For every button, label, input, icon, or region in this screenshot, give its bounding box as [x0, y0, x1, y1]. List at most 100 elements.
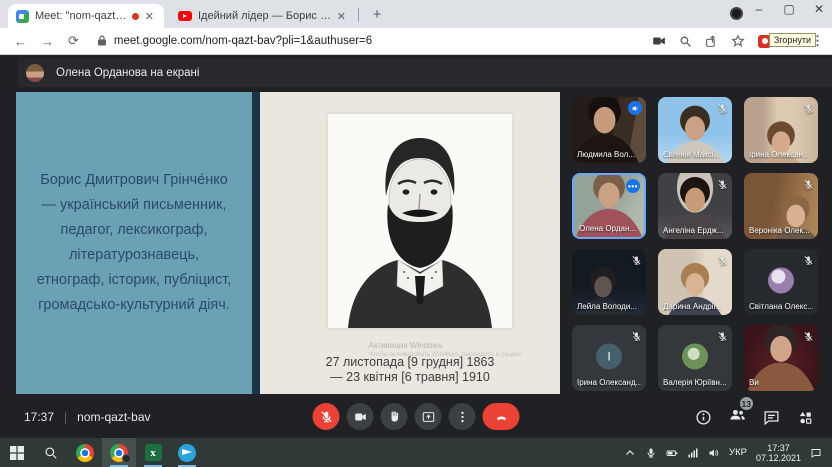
recording-dot-icon	[132, 13, 139, 20]
participant-name: Олена Ордан...	[579, 224, 636, 233]
participant-tile[interactable]: Лейла Володи...	[572, 249, 646, 315]
show-hidden-icons-button[interactable]	[624, 447, 636, 459]
windows-taskbar: x УКР 17:37 07.12.2021	[0, 438, 832, 467]
search-icon[interactable]	[679, 35, 692, 48]
tab-camera-indicator-icon[interactable]	[652, 34, 666, 48]
extensions-tooltip: Згорнути	[769, 33, 816, 47]
participant-tile[interactable]: Ангеліна Ердж...	[658, 173, 732, 239]
slide-biography-text: Борис Дмитрович Грінче́нко— український …	[16, 158, 252, 328]
new-tab-button[interactable]: +	[366, 5, 388, 27]
start-button[interactable]	[0, 438, 34, 467]
tray-mic-icon[interactable]	[645, 447, 657, 459]
slide-dates: 27 листопада [9 грудня] 1863 — 23 квітня…	[260, 355, 560, 385]
network-icon[interactable]	[687, 447, 699, 459]
lock-icon	[97, 34, 107, 49]
language-indicator[interactable]: УКР	[729, 447, 747, 458]
taskbar-chrome-active-button[interactable]	[102, 438, 136, 467]
volume-icon[interactable]	[708, 447, 720, 459]
participant-tile-self[interactable]: Ви	[744, 325, 818, 391]
chrome-meet-badge	[122, 454, 131, 463]
tab-title: Meet: "nom-qazt-bav"	[35, 10, 128, 22]
participant-grid: Людмила Вол... Євгенія Максі... Ірина Ол…	[572, 97, 818, 391]
mic-off-icon	[631, 329, 642, 340]
mic-off-icon	[803, 253, 814, 264]
tab-divider	[358, 8, 359, 22]
tab-close-icon[interactable]: ✕	[143, 10, 156, 23]
participant-tile[interactable]: Людмила Вол...	[572, 97, 646, 163]
participant-tile[interactable]: Валерія Юріївн...	[658, 325, 732, 391]
participant-tile[interactable]: Вероніка Олек...	[744, 173, 818, 239]
avatar-photo	[682, 343, 708, 369]
taskbar-date: 07.12.2021	[756, 453, 801, 463]
meeting-code: nom-qazt-bav	[77, 410, 150, 424]
dates-line1: 27 листопада [9 грудня] 1863	[260, 355, 560, 370]
participant-name: Вероніка Олек...	[749, 226, 810, 235]
mic-off-icon	[631, 253, 642, 264]
participant-tile[interactable]: Світлана Олекс...	[744, 249, 818, 315]
taskbar-search-button[interactable]	[34, 438, 68, 467]
meeting-status: 17:37 | nom-qazt-bav	[24, 396, 151, 438]
taskbar-excel-button[interactable]: x	[136, 438, 170, 467]
battery-icon[interactable]	[666, 447, 678, 459]
activities-icon[interactable]	[797, 409, 814, 426]
close-button[interactable]: ✕	[812, 2, 826, 16]
windows-logo-icon	[10, 446, 24, 460]
camera-toggle-button[interactable]	[347, 403, 374, 430]
taskbar-apps: x	[0, 438, 204, 467]
raise-hand-button[interactable]	[381, 403, 408, 430]
participant-name: Дарина Андрії...	[663, 302, 722, 311]
participant-name: Ірина Олександ...	[577, 378, 641, 387]
mic-off-icon	[717, 253, 728, 264]
participant-name: Євгенія Максі...	[663, 150, 720, 159]
tab-youtube[interactable]: Ідейний лідер — Борис Грінче ✕	[170, 4, 356, 28]
maximize-button[interactable]: ▢	[782, 2, 796, 16]
taskbar-telegram-button[interactable]	[170, 438, 204, 467]
participants-button[interactable]: 13	[729, 406, 746, 428]
url-text[interactable]: meet.google.com/nom-qazt-bav?pli=1&authu…	[114, 35, 652, 47]
taskbar-chrome-button[interactable]	[68, 438, 102, 467]
participant-name: Валерія Юріївн...	[663, 378, 727, 387]
bookmark-star-icon[interactable]	[731, 34, 745, 48]
status-separator: |	[64, 410, 67, 424]
tile-menu-icon[interactable]: •••	[626, 179, 640, 193]
share-icon[interactable]	[705, 35, 718, 48]
participant-tile[interactable]: Євгенія Максі...	[658, 97, 732, 163]
minimize-button[interactable]: –	[752, 2, 766, 16]
participant-tile[interactable]: Дарина Андрії...	[658, 249, 732, 315]
participant-name: Людмила Вол...	[577, 150, 635, 159]
watermark-line1: Активация Windows	[369, 341, 523, 350]
tab-close-icon[interactable]: ✕	[335, 10, 348, 23]
back-icon[interactable]: ←	[14, 34, 27, 49]
speaking-indicator-icon	[628, 101, 642, 115]
info-icon[interactable]	[695, 409, 712, 426]
presentation-stage[interactable]: Борис Дмитрович Грінче́нко— український …	[16, 92, 560, 394]
reload-icon[interactable]: ⟳	[68, 33, 79, 49]
action-center-icon[interactable]	[810, 447, 822, 459]
telegram-icon	[178, 444, 196, 462]
browser-profile-avatar[interactable]	[730, 7, 743, 20]
mic-off-icon	[717, 329, 728, 340]
more-options-button[interactable]	[449, 403, 476, 430]
meeting-time: 17:37	[24, 410, 54, 424]
slide-text-panel: Борис Дмитрович Грінче́нко— український …	[16, 92, 252, 394]
presenting-banner-text: Олена Орданова на екрані	[56, 67, 199, 79]
participant-tile-active-speaker[interactable]: ••• Олена Ордан...	[572, 173, 646, 239]
participant-name: Ірина Олексан...	[749, 150, 810, 159]
chat-icon[interactable]	[763, 409, 780, 426]
tab-meet[interactable]: Meet: "nom-qazt-bav" ✕	[8, 4, 164, 28]
meet-favicon-icon	[16, 10, 29, 23]
mic-off-icon	[803, 101, 814, 112]
meeting-panels: 13	[695, 396, 814, 438]
taskbar-time: 17:37	[756, 443, 801, 453]
call-controls	[313, 403, 520, 430]
participant-tile[interactable]: І Ірина Олександ...	[572, 325, 646, 391]
tab-title: Ідейний лідер — Борис Грінче	[198, 10, 335, 22]
present-screen-button[interactable]	[415, 403, 442, 430]
taskbar-clock[interactable]: 17:37 07.12.2021	[756, 443, 801, 463]
mic-toggle-button[interactable]	[313, 403, 340, 430]
forward-icon[interactable]: →	[41, 34, 54, 49]
search-icon	[44, 446, 58, 460]
participant-tile[interactable]: Ірина Олексан...	[744, 97, 818, 163]
end-call-button[interactable]	[483, 403, 520, 430]
presenter-avatar	[26, 64, 44, 82]
